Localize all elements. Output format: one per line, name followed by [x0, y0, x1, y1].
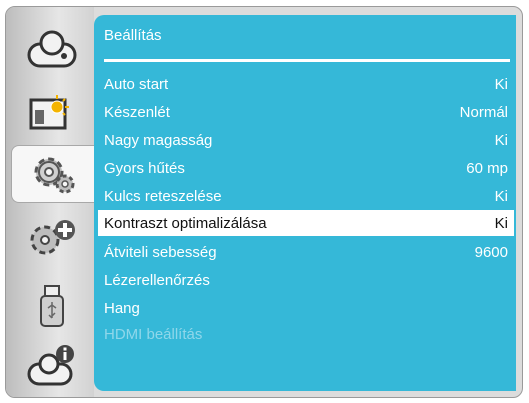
tab-usb[interactable]	[14, 277, 90, 335]
gear-icon	[34, 157, 74, 194]
picture-settings-icon	[29, 95, 69, 130]
usb-icon	[40, 285, 64, 327]
menu-item-sound[interactable]: Hang	[98, 295, 514, 321]
item-value: Ki	[494, 75, 508, 93]
menu-window: Beállítás Auto start Ki Készenlét Normál…	[5, 6, 523, 398]
tab-picture[interactable]	[14, 85, 90, 143]
item-label: Nagy magasság	[104, 131, 213, 149]
item-label: HDMI beállítás	[104, 325, 203, 343]
title-divider	[104, 59, 510, 62]
item-value: 60 mp	[466, 159, 508, 177]
item-label: Átviteli sebesség	[104, 243, 217, 261]
tab-settings[interactable]	[11, 145, 95, 203]
menu-item-laser-check[interactable]: Lézerellenőrzés	[98, 267, 514, 293]
item-value: Ki	[494, 187, 508, 205]
item-label: Kulcs reteszelése	[104, 187, 222, 205]
panel-title: Beállítás	[104, 27, 162, 44]
item-value: Ki	[494, 131, 508, 149]
item-label: Gyors hűtés	[104, 159, 185, 177]
tab-info[interactable]	[14, 337, 90, 395]
tab-advanced-settings[interactable]	[14, 211, 90, 269]
sidebar	[6, 7, 95, 397]
item-value: Normál	[459, 103, 508, 121]
menu-item-key-lock[interactable]: Kulcs reteszelése Ki	[98, 183, 514, 209]
item-label: Kontraszt optimalizálása	[104, 214, 267, 232]
menu-item-hdmi-settings: HDMI beállítás	[98, 321, 514, 347]
item-label: Lézerellenőrzés	[104, 271, 210, 289]
menu-item-auto-start[interactable]: Auto start Ki	[98, 71, 514, 97]
item-value: Ki	[494, 214, 508, 232]
menu-item-standby[interactable]: Készenlét Normál	[98, 99, 514, 125]
projector-info-icon	[27, 345, 74, 386]
menu-item-high-altitude[interactable]: Nagy magasság Ki	[98, 127, 514, 153]
tab-projector[interactable]	[14, 21, 90, 79]
item-label: Auto start	[104, 75, 169, 93]
projector-icon	[27, 30, 77, 68]
item-value: 9600	[474, 243, 508, 261]
gear-plus-icon	[30, 220, 75, 255]
item-label: Hang	[104, 299, 140, 317]
menu-item-baud-rate[interactable]: Átviteli sebesség 9600	[98, 239, 514, 265]
menu-item-contrast-optimization[interactable]: Kontraszt optimalizálása Ki	[98, 210, 514, 236]
settings-panel: Beállítás Auto start Ki Készenlét Normál…	[94, 15, 516, 391]
item-label: Készenlét	[104, 103, 170, 121]
menu-item-fast-cooling[interactable]: Gyors hűtés 60 mp	[98, 155, 514, 181]
